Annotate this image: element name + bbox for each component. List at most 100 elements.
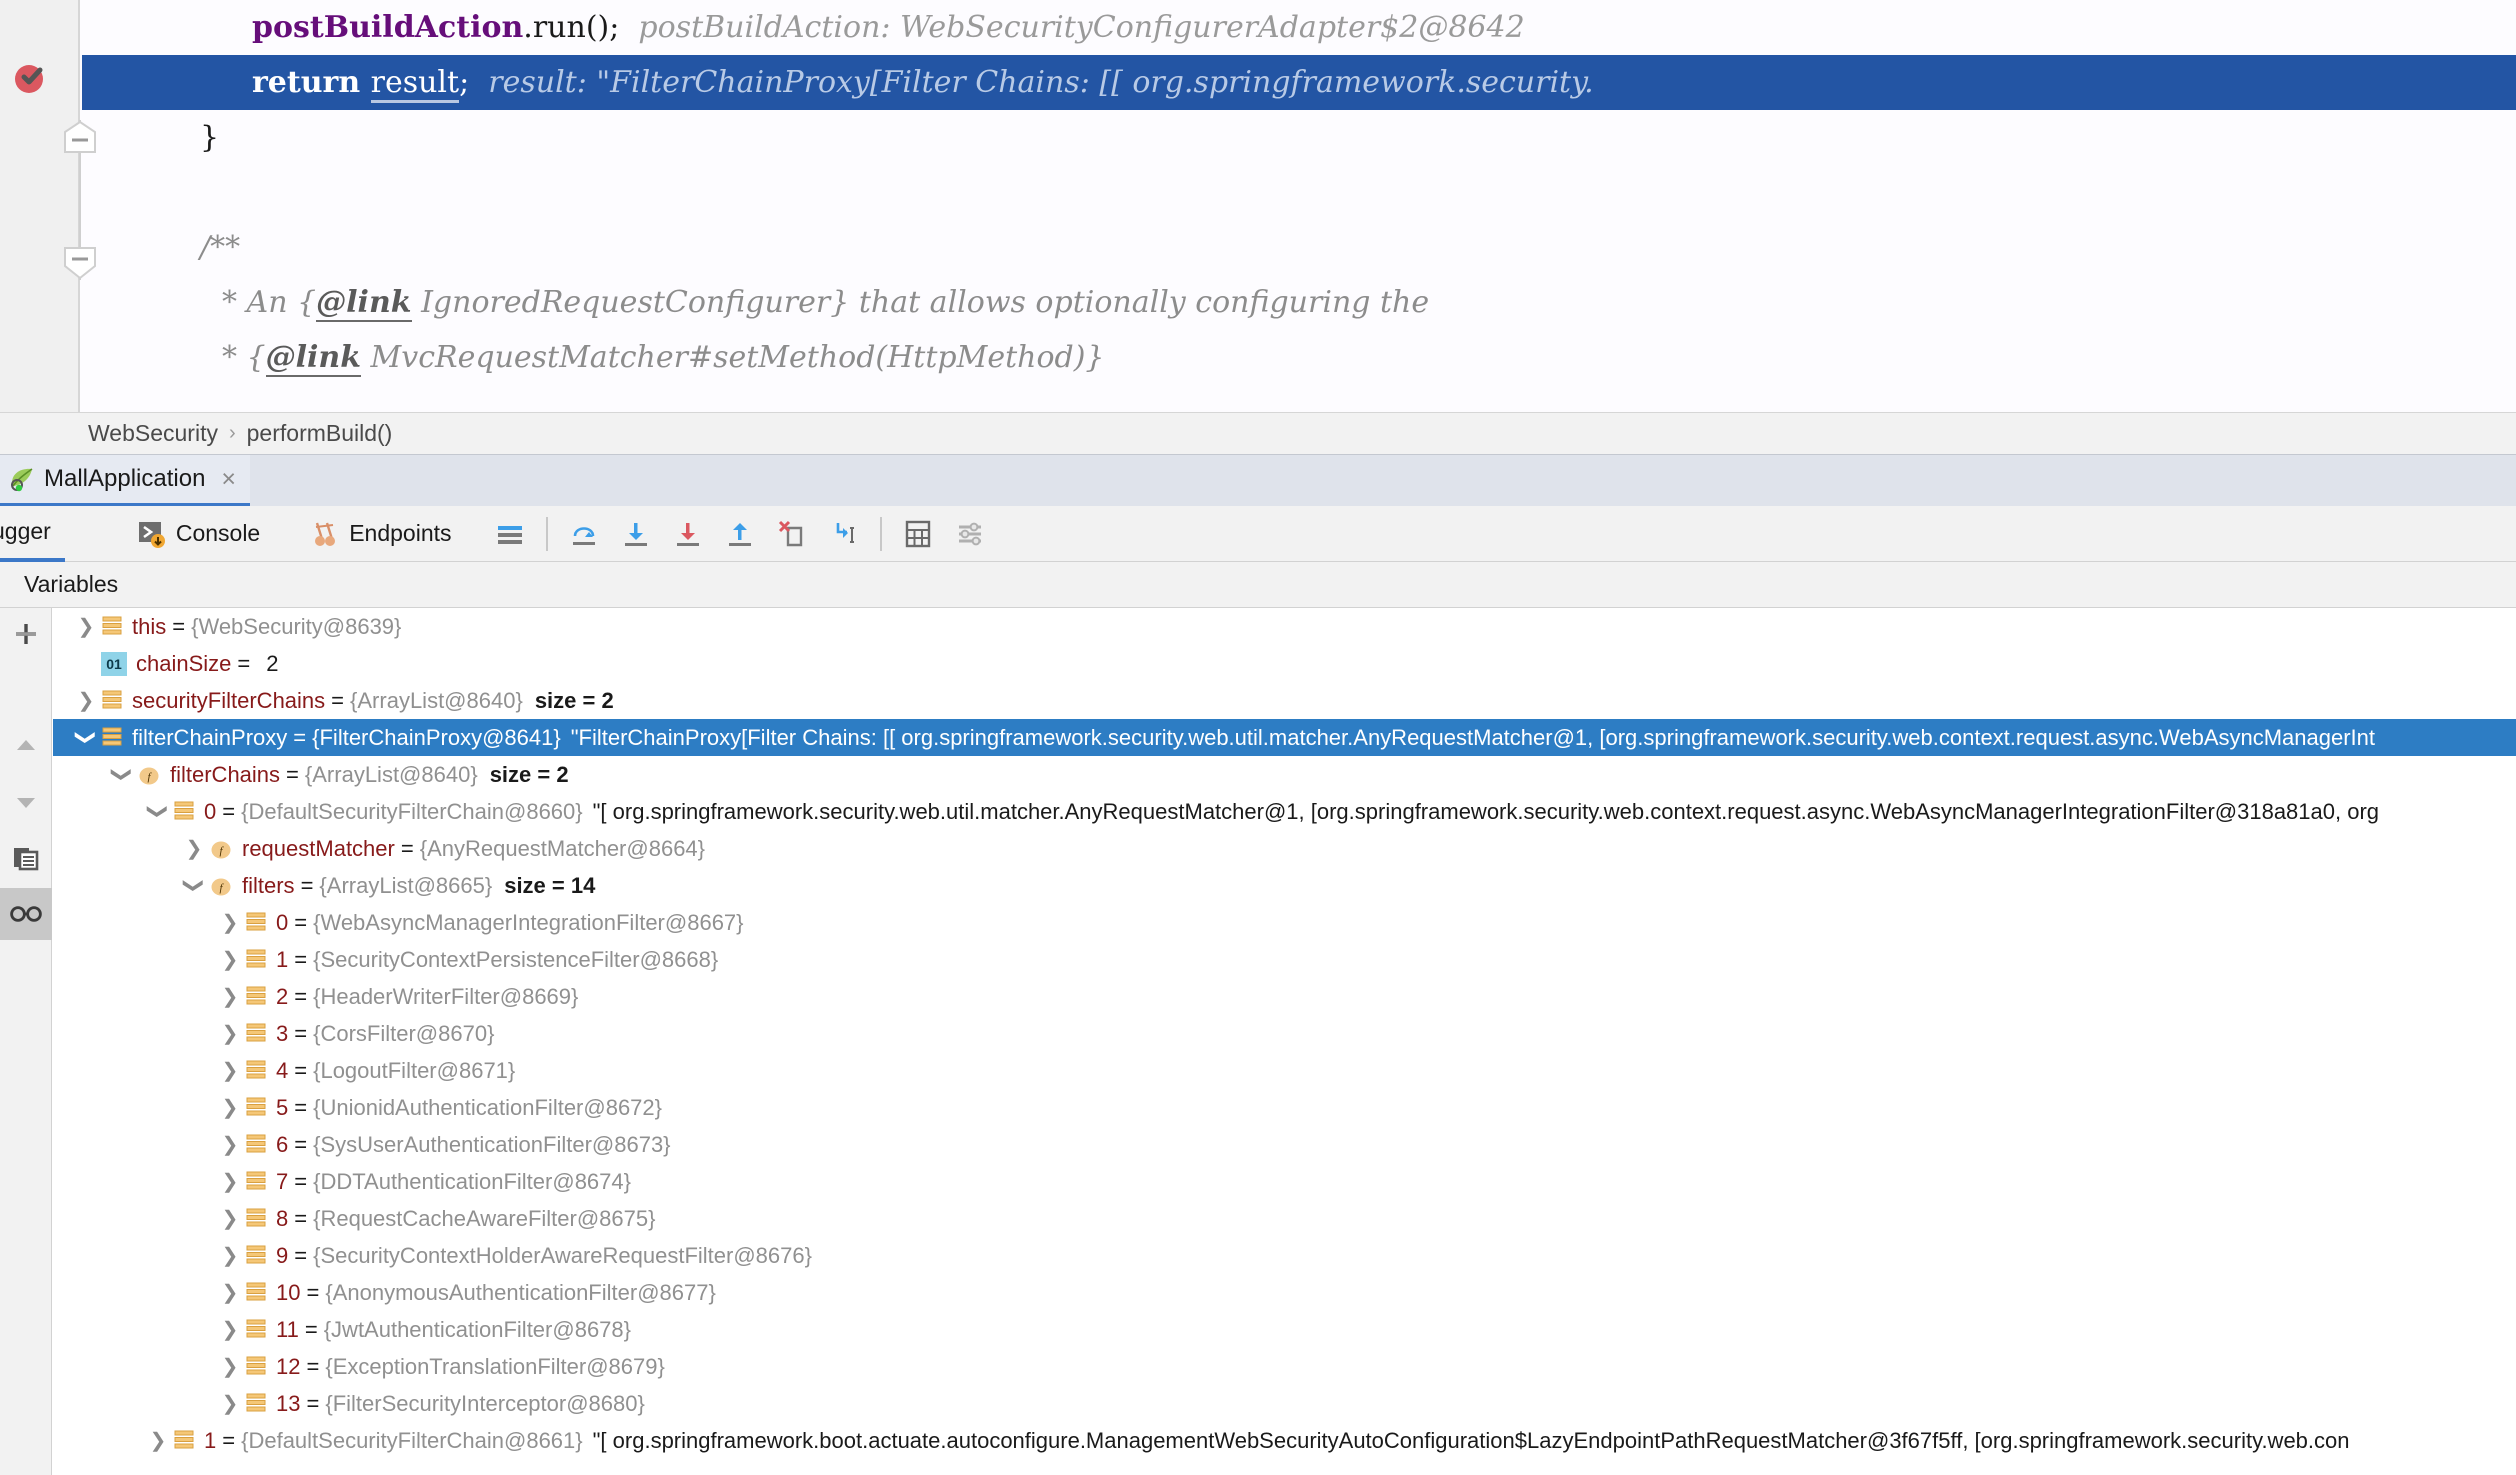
line-javadoc-an-link[interactable]: * An {@link IgnoredRequestConfigurer} th… xyxy=(82,275,2516,330)
row-filterchainproxy[interactable]: ❯filterChainProxy={FilterChainProxy@8641… xyxy=(53,719,2516,756)
chevron-right-icon[interactable]: ❯ xyxy=(215,1052,245,1089)
variable-value: {DDTAuthenticationFilter@8674} xyxy=(313,1169,631,1195)
chevron-down-icon[interactable]: ❯ xyxy=(140,797,177,827)
variable-value: {AnyRequestMatcher@8664} xyxy=(420,836,705,862)
code-editor[interactable]: postBuildAction.run(); postBuildAction: … xyxy=(0,0,2516,412)
chevron-right-icon[interactable]: ❯ xyxy=(215,1237,245,1274)
row-chain-0[interactable]: ❯0={DefaultSecurityFilterChain@8660}"[ o… xyxy=(53,793,2516,830)
move-up-button[interactable] xyxy=(0,720,52,772)
line-javadoc-open[interactable]: /** xyxy=(82,220,2516,275)
btn-evaluate[interactable] xyxy=(892,506,944,562)
row-filter-1[interactable]: ❯1={SecurityContextPersistenceFilter@866… xyxy=(53,941,2516,978)
chevron-right-icon[interactable]: ❯ xyxy=(71,608,101,645)
breadcrumb-item-0[interactable]: WebSecurity xyxy=(88,420,218,447)
variable-name: this xyxy=(132,614,166,640)
row-filter-9[interactable]: ❯9={SecurityContextHolderAwareRequestFil… xyxy=(53,1237,2516,1274)
chevron-right-icon[interactable]: ❯ xyxy=(215,1126,245,1163)
code-token: ; xyxy=(459,65,469,100)
move-down-button[interactable] xyxy=(0,776,52,828)
variable-value: {CorsFilter@8670} xyxy=(313,1021,494,1047)
chevron-right-icon[interactable]: ❯ xyxy=(215,1274,245,1311)
variables-tree[interactable]: ❯this={WebSecurity@8639}01chainSize=2❯se… xyxy=(53,608,2516,1475)
list-icon xyxy=(245,911,267,935)
variable-equals: = xyxy=(294,1058,307,1084)
chevron-right-icon[interactable]: ❯ xyxy=(215,978,245,1015)
code-line-list: postBuildAction.run(); postBuildAction: … xyxy=(82,0,2516,412)
row-filterchains[interactable]: ❯ffilterChains={ArrayList@8640}size = 2 xyxy=(53,756,2516,793)
variable-value: {LogoutFilter@8671} xyxy=(313,1058,515,1084)
btn-step-into[interactable] xyxy=(610,506,662,562)
run-tab-mallapplication[interactable]: MallApplication × xyxy=(0,455,250,507)
variable-equals: = xyxy=(294,1021,307,1047)
row-filter-0[interactable]: ❯0={WebAsyncManagerIntegrationFilter@866… xyxy=(53,904,2516,941)
tab-debugger[interactable]: ugger xyxy=(0,506,65,562)
line-javadoc-mvcmatcher[interactable]: * {@link MvcRequestMatcher#setMethod(Htt… xyxy=(82,330,2516,385)
row-filter-2[interactable]: ❯2={HeaderWriterFilter@8669} xyxy=(53,978,2516,1015)
btn-force-step-into[interactable] xyxy=(662,506,714,562)
variable-size: size = 2 xyxy=(490,762,569,788)
chevron-right-icon[interactable]: ❯ xyxy=(215,1089,245,1126)
debug-toolbar[interactable]: ugger Console Endpoints xyxy=(0,506,2516,562)
chevron-down-icon[interactable]: ❯ xyxy=(104,760,141,790)
btn-run-to-cursor[interactable] xyxy=(818,506,870,562)
tab-console[interactable]: Console xyxy=(123,506,274,562)
row-chainsize[interactable]: 01chainSize=2 xyxy=(53,645,2516,682)
btn-frames[interactable] xyxy=(484,506,536,562)
breadcrumb[interactable]: WebSecurity › performBuild() xyxy=(0,412,2516,454)
row-filter-12[interactable]: ❯12={ExceptionTranslationFilter@8679} xyxy=(53,1348,2516,1385)
breadcrumb-item-1[interactable]: performBuild() xyxy=(247,420,393,447)
close-icon[interactable]: × xyxy=(221,467,236,492)
row-filter-13[interactable]: ❯13={FilterSecurityInterceptor@8680} xyxy=(53,1385,2516,1422)
chevron-right-icon[interactable]: ❯ xyxy=(143,1422,173,1459)
breakpoint-verified-icon[interactable] xyxy=(12,60,48,96)
row-requestmatcher[interactable]: ❯frequestMatcher={AnyRequestMatcher@8664… xyxy=(53,830,2516,867)
row-filter-8[interactable]: ❯8={RequestCacheAwareFilter@8675} xyxy=(53,1200,2516,1237)
row-filter-4[interactable]: ❯4={LogoutFilter@8671} xyxy=(53,1052,2516,1089)
chevron-down-icon[interactable]: ❯ xyxy=(68,723,105,753)
watches-toggle-button[interactable] xyxy=(0,888,52,940)
chevron-down-icon[interactable]: ❯ xyxy=(176,871,213,901)
row-filter-11[interactable]: ❯11={JwtAuthenticationFilter@8678} xyxy=(53,1311,2516,1348)
chevron-right-icon[interactable]: ❯ xyxy=(215,1200,245,1237)
list-icon xyxy=(245,948,267,972)
row-filter-6[interactable]: ❯6={SysUserAuthenticationFilter@8673} xyxy=(53,1126,2516,1163)
code-token: * { xyxy=(222,340,266,375)
row-filter-3[interactable]: ❯3={CorsFilter@8670} xyxy=(53,1015,2516,1052)
editor-gutter[interactable] xyxy=(0,0,78,412)
field-icon: f xyxy=(137,763,161,787)
line-return-result[interactable]: return result; result: "FilterChainProxy… xyxy=(82,55,2516,110)
row-chain-1[interactable]: ❯1={DefaultSecurityFilterChain@8661}"[ o… xyxy=(53,1422,2516,1459)
variable-name: filterChainProxy xyxy=(132,725,287,751)
chevron-right-icon[interactable]: ❯ xyxy=(215,941,245,978)
chevron-right-icon[interactable]: ❯ xyxy=(215,904,245,941)
row-filter-5[interactable]: ❯5={UnionidAuthenticationFilter@8672} xyxy=(53,1089,2516,1126)
tab-endpoints[interactable]: Endpoints xyxy=(296,506,465,562)
line-postbuildaction[interactable]: postBuildAction.run(); postBuildAction: … xyxy=(82,0,2516,55)
btn-step-out[interactable] xyxy=(714,506,766,562)
variable-equals: = xyxy=(222,1428,235,1454)
btn-step-over[interactable] xyxy=(558,506,610,562)
remove-watch-button[interactable] xyxy=(0,608,52,660)
copy-button[interactable] xyxy=(0,832,52,884)
line-close-brace[interactable]: } xyxy=(82,110,2516,165)
chevron-right-icon[interactable]: ❯ xyxy=(215,1348,245,1385)
variable-name: 7 xyxy=(276,1169,288,1195)
chevron-right-icon[interactable]: ❯ xyxy=(215,1163,245,1200)
run-tab-bar[interactable]: MallApplication × xyxy=(0,454,2516,506)
row-securityfilterchains[interactable]: ❯securityFilterChains={ArrayList@8640}si… xyxy=(53,682,2516,719)
variable-value: {SecurityContextHolderAwareRequestFilter… xyxy=(313,1243,812,1269)
breadcrumb-separator-icon: › xyxy=(229,422,236,445)
list-icon xyxy=(101,689,123,713)
row-filters[interactable]: ❯ffilters={ArrayList@8665}size = 14 xyxy=(53,867,2516,904)
btn-drop-frame[interactable] xyxy=(766,506,818,562)
variables-side-toolbar[interactable] xyxy=(0,608,52,1475)
row-filter-10[interactable]: ❯10={AnonymousAuthenticationFilter@8677} xyxy=(53,1274,2516,1311)
chevron-right-icon[interactable]: ❯ xyxy=(215,1015,245,1052)
chevron-right-icon[interactable]: ❯ xyxy=(215,1311,245,1348)
row-this[interactable]: ❯this={WebSecurity@8639} xyxy=(53,608,2516,645)
chevron-right-icon[interactable]: ❯ xyxy=(215,1385,245,1422)
row-filter-7[interactable]: ❯7={DDTAuthenticationFilter@8674} xyxy=(53,1163,2516,1200)
btn-settings[interactable] xyxy=(944,506,996,562)
chevron-right-icon[interactable]: ❯ xyxy=(71,682,101,719)
chevron-right-icon[interactable]: ❯ xyxy=(179,830,209,867)
